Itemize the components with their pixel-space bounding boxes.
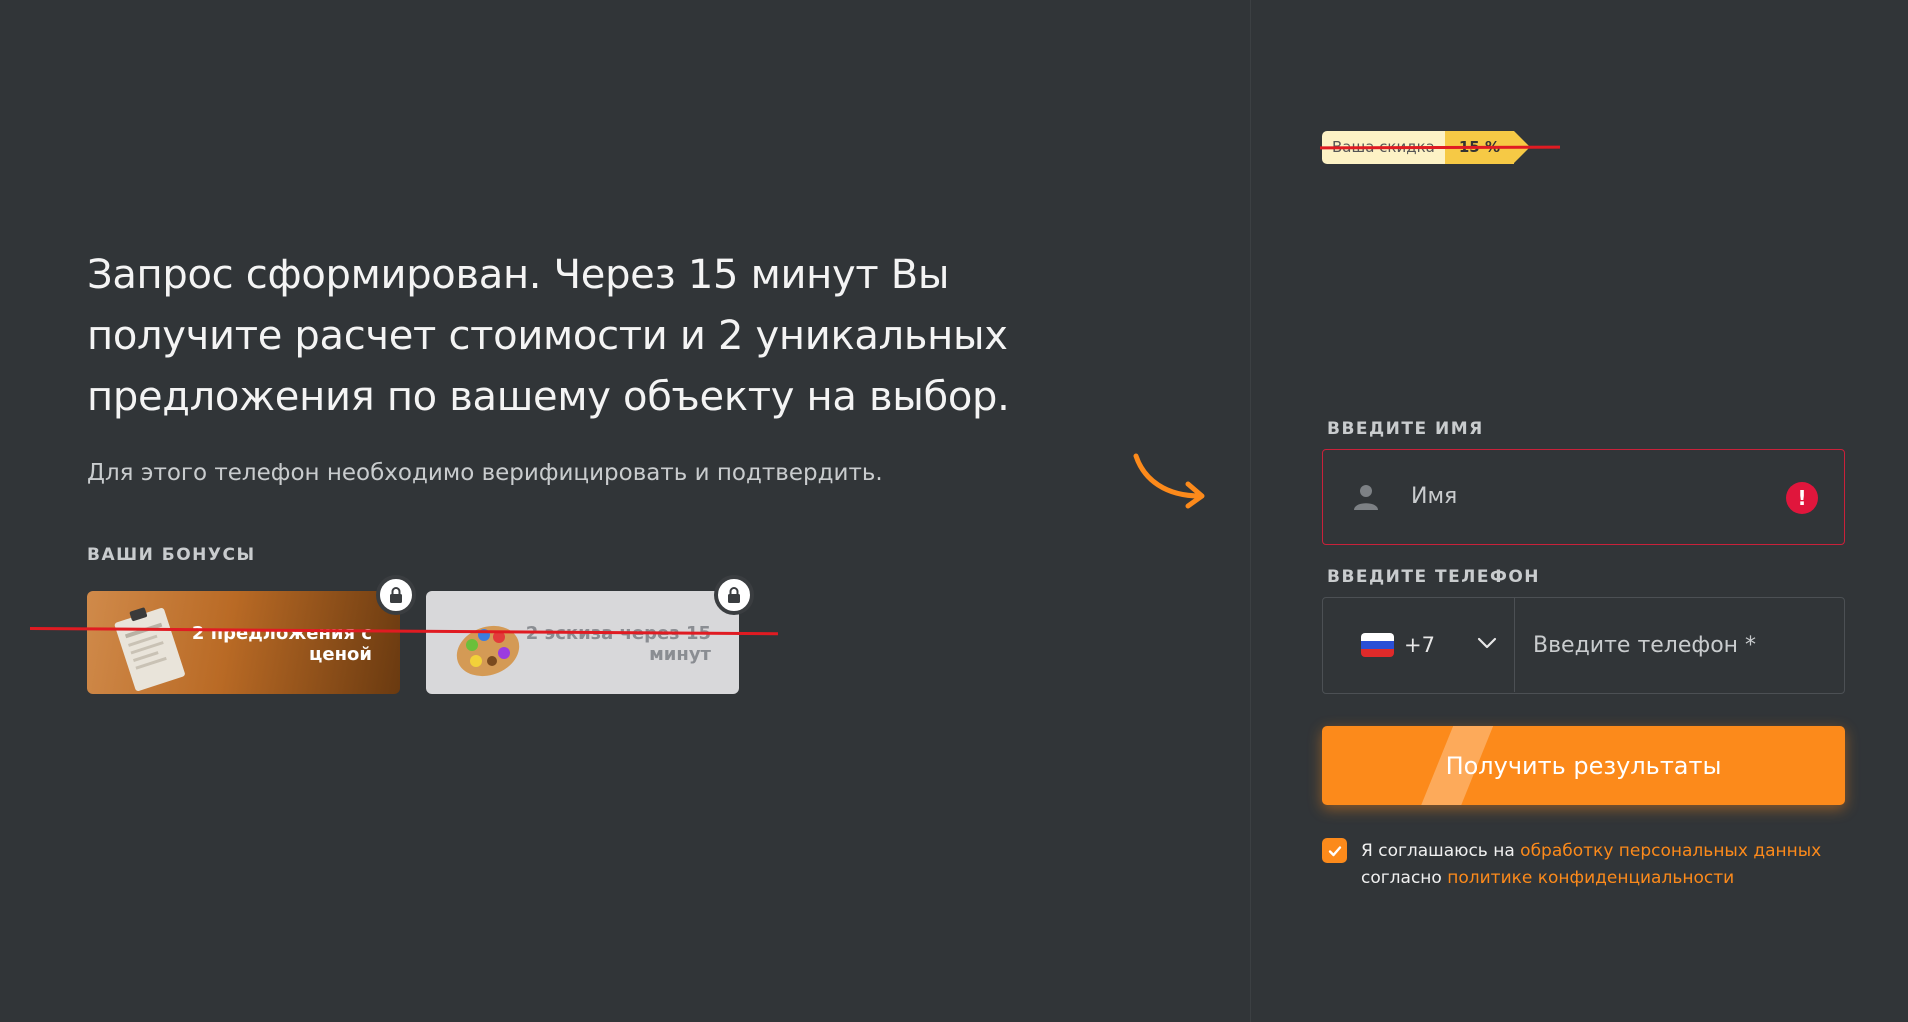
page-subtitle: Для этого телефон необходимо верифициров… xyxy=(87,460,883,486)
check-icon xyxy=(1328,845,1341,856)
lock-icon xyxy=(376,575,416,615)
consent-text: Я соглашаюсь на обработку персональных д… xyxy=(1361,838,1821,892)
country-code: +7 xyxy=(1404,633,1435,657)
phone-field: +7 xyxy=(1322,597,1845,694)
phone-input[interactable] xyxy=(1533,598,1833,692)
consent-block: Я соглашаюсь на обработку персональных д… xyxy=(1322,838,1821,892)
consent-middle: согласно xyxy=(1361,868,1448,888)
consent-checkbox[interactable] xyxy=(1322,838,1347,863)
error-icon: ! xyxy=(1786,482,1818,514)
user-icon xyxy=(1354,485,1378,510)
personal-data-link[interactable]: обработку персональных данных xyxy=(1520,841,1821,861)
left-panel: Запрос сформирован. Через 15 минут Вы по… xyxy=(0,0,1250,1022)
page-title: Запрос сформирован. Через 15 минут Вы по… xyxy=(87,252,1010,420)
bonuses-title: ВАШИ БОНУСЫ xyxy=(87,545,256,565)
consent-prefix: Я соглашаюсь на xyxy=(1361,841,1521,861)
name-field[interactable]: ! xyxy=(1322,449,1845,545)
phone-label: ВВЕДИТЕ ТЕЛЕФОН xyxy=(1327,567,1541,587)
arrow-icon xyxy=(1133,453,1205,509)
chevron-down-icon xyxy=(1477,637,1497,649)
name-input[interactable] xyxy=(1411,450,1771,543)
bonus-label-sketches: 2 эскиза через 15 минут xyxy=(526,623,711,665)
russia-flag-icon xyxy=(1361,633,1394,657)
bonus-card-offers: 2 предложения с ценой xyxy=(87,591,400,694)
privacy-policy-link[interactable]: политике конфиденциальности xyxy=(1447,868,1734,888)
bonus-card-sketches: 2 эскиза через 15 минут xyxy=(426,591,739,694)
submit-button[interactable]: Получить результаты xyxy=(1322,726,1845,805)
name-label: ВВЕДИТЕ ИМЯ xyxy=(1327,419,1484,439)
lock-icon xyxy=(714,575,754,615)
country-select[interactable]: +7 xyxy=(1323,598,1515,692)
